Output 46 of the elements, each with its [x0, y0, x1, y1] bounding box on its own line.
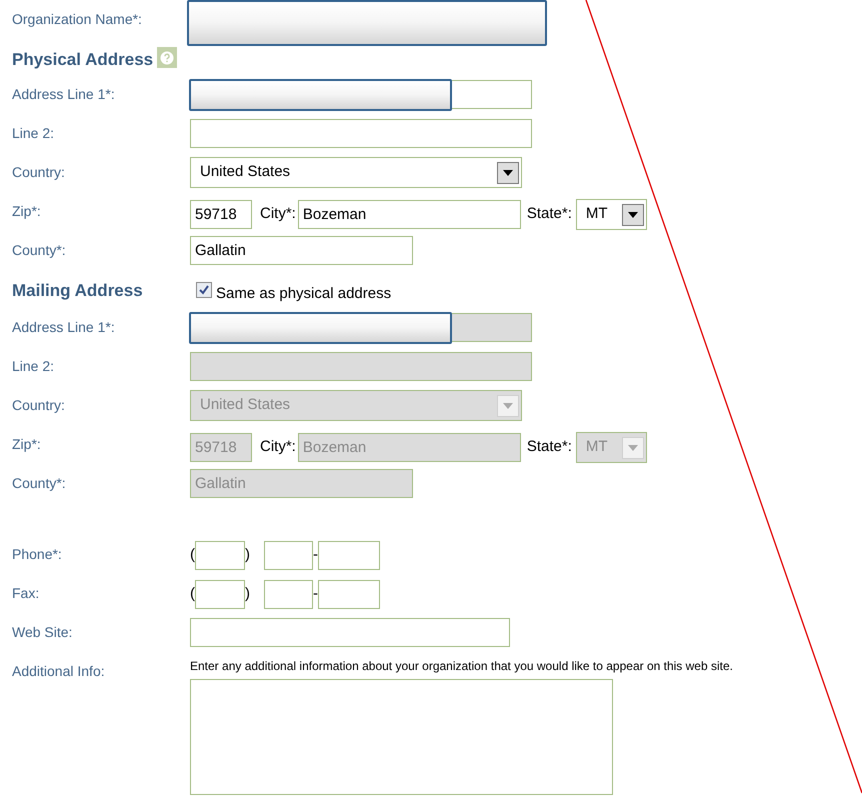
phone-paren: ): [245, 584, 250, 604]
field-label: Zip*:: [11, 202, 42, 221]
field-label: Additional Info:: [11, 662, 106, 681]
field-label: Country:: [11, 163, 66, 182]
field-label: County*:: [11, 474, 67, 493]
field-label: Phone*:: [11, 545, 63, 564]
phone-paren: ): [245, 545, 250, 566]
section-heading: Mailing Address: [11, 280, 144, 302]
field-label: State*:: [526, 204, 572, 224]
input-field[interactable]: [195, 580, 245, 609]
field-label: City*:: [260, 204, 296, 224]
field-label: Zip*:: [11, 435, 42, 454]
input-field[interactable]: 59718: [190, 200, 252, 229]
input-field[interactable]: [318, 580, 380, 609]
dropdown[interactable]: MT: [576, 199, 647, 230]
input-field[interactable]: [190, 119, 532, 148]
field-label: Line 2:: [11, 357, 56, 376]
phone-dash: -: [313, 584, 318, 604]
field-label: Address Line 1*:: [11, 318, 116, 337]
phone-dash: -: [313, 545, 318, 566]
field-label: Fax:: [11, 584, 40, 603]
phone-paren: (: [190, 584, 195, 604]
dropdown[interactable]: United States: [190, 157, 522, 188]
hint-text: Enter any additional information about your organization that you would like to appear on this web site.: [190, 658, 733, 675]
field-label: County*:: [11, 241, 67, 260]
checkbox-label: Same as physical address: [216, 284, 392, 304]
field-label: Web Site:: [11, 623, 74, 642]
input-field[interactable]: [264, 541, 313, 570]
field-label: Line 2:: [11, 124, 56, 143]
field-label: State*:: [526, 437, 572, 458]
input-field[interactable]: [190, 618, 510, 647]
checkbox[interactable]: [196, 282, 212, 298]
input-field[interactable]: [318, 541, 380, 570]
text-area[interactable]: [190, 679, 613, 795]
input-field[interactable]: [452, 80, 532, 109]
input-field[interactable]: Gallatin: [190, 236, 413, 265]
input-field[interactable]: [195, 541, 245, 570]
field-label: City*:: [260, 437, 296, 458]
phone-paren: (: [190, 545, 195, 566]
field-label: Organization Name*:: [11, 10, 143, 29]
field-label: Country:: [11, 396, 66, 415]
help-icon[interactable]: [157, 47, 178, 68]
input-field[interactable]: Bozeman: [298, 200, 521, 229]
input-field[interactable]: [264, 580, 313, 609]
section-heading: Physical Address: [11, 49, 154, 71]
field-label: Address Line 1*:: [11, 85, 116, 104]
